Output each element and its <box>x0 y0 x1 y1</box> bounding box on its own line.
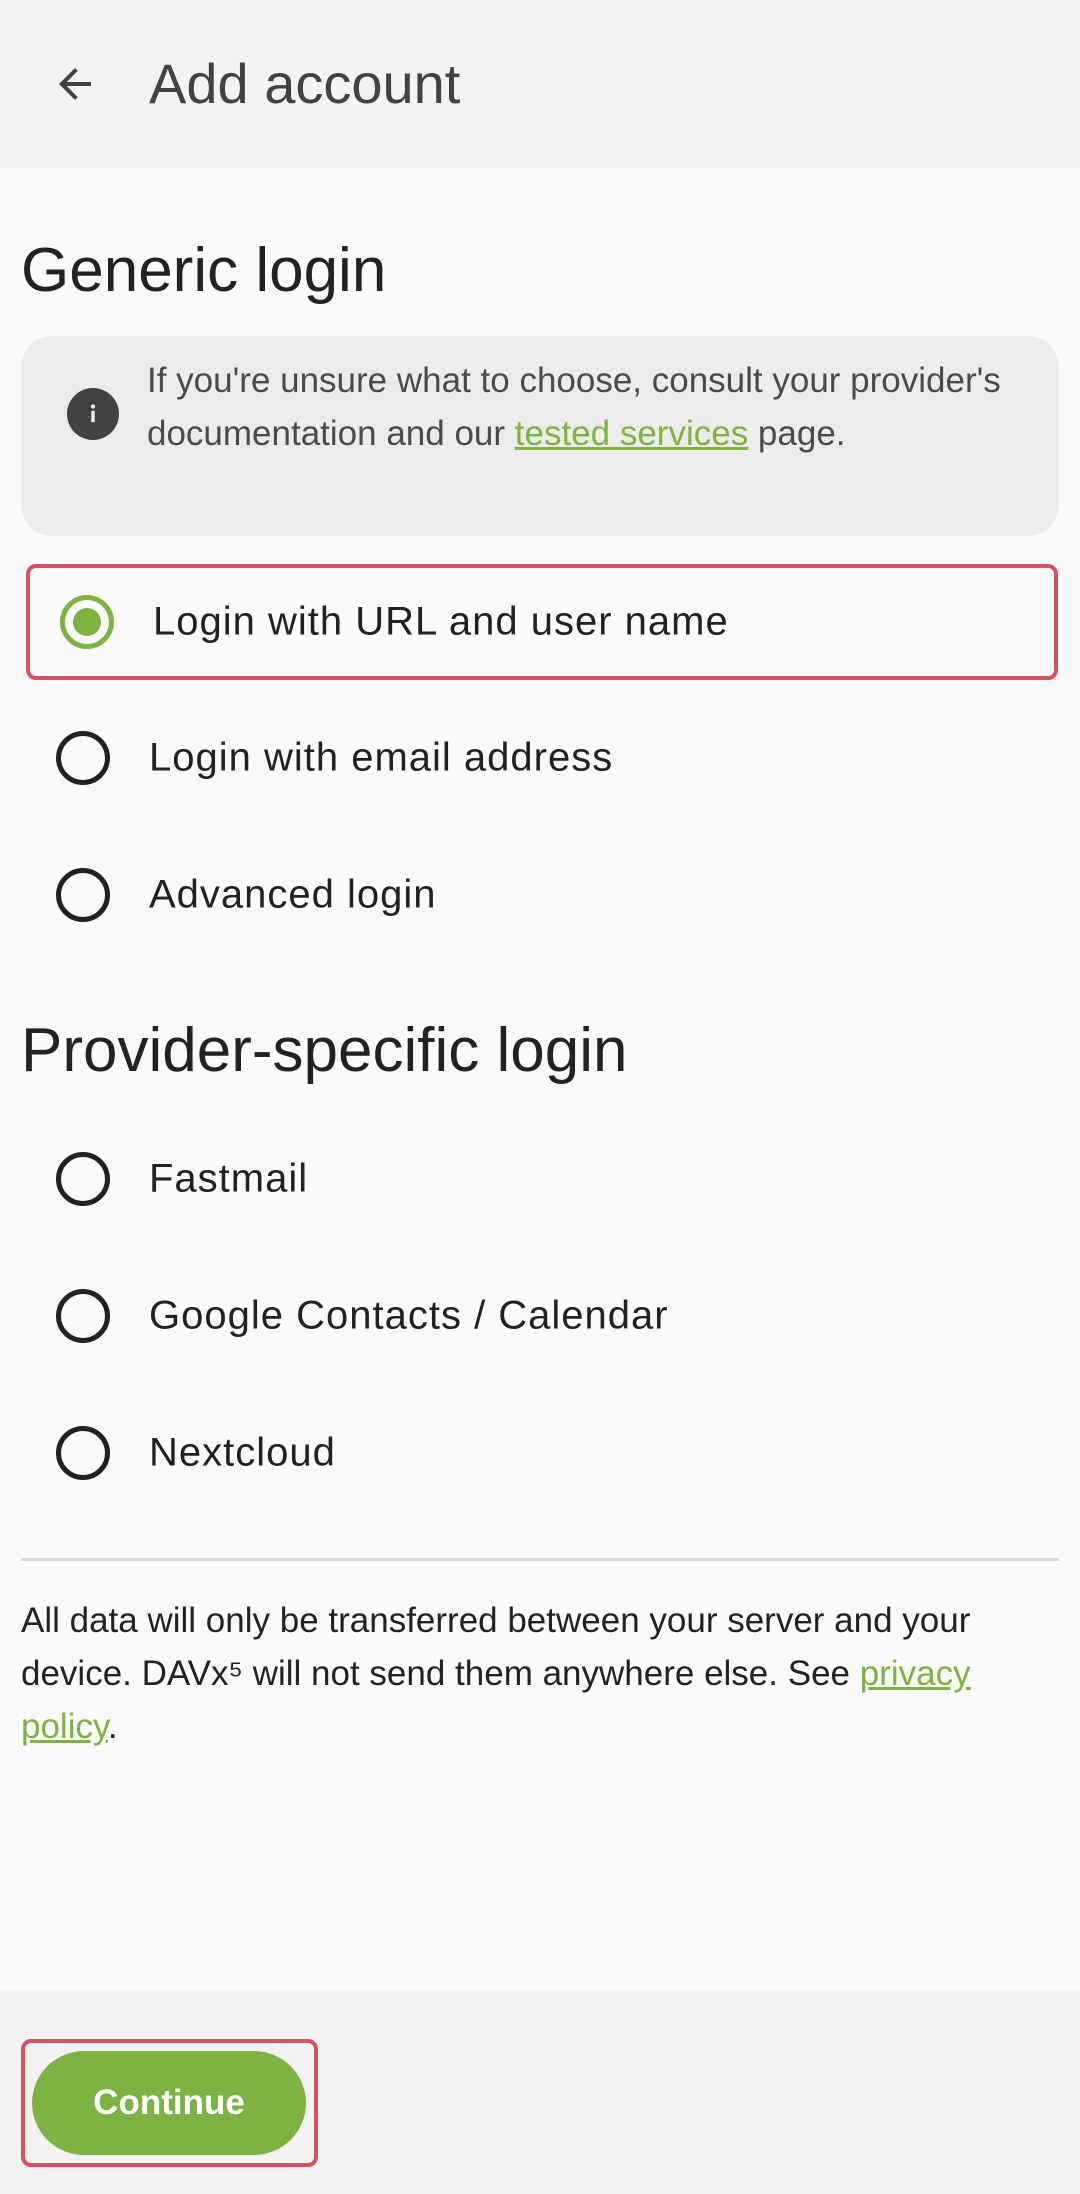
option-label: Nextcloud <box>149 1430 336 1475</box>
info-card: If you're unsure what to choose, consult… <box>21 336 1059 536</box>
info-icon <box>67 388 119 440</box>
page-title: Add account <box>149 52 461 115</box>
arrow-back-icon <box>59 68 91 100</box>
info-text: If you're unsure what to choose, consult… <box>147 361 1001 453</box>
option-label: Google Contacts / Calendar <box>149 1293 669 1338</box>
radio-button-selected[interactable] <box>60 595 114 649</box>
option-login-url-username[interactable]: Login with URL and user name <box>26 564 1058 680</box>
app-bar: Add account <box>0 0 1080 168</box>
option-label: Advanced login <box>149 872 437 917</box>
provider-login-heading: Provider-specific login <box>21 1016 628 1085</box>
tested-services-link[interactable]: tested services <box>515 414 748 453</box>
radio-button[interactable] <box>56 1152 110 1206</box>
option-nextcloud[interactable]: Nextcloud <box>26 1395 1058 1511</box>
option-fastmail[interactable]: Fastmail <box>26 1121 1058 1237</box>
option-login-email[interactable]: Login with email address <box>26 700 1058 816</box>
continue-button[interactable]: Continue <box>32 2051 306 2155</box>
option-label: Fastmail <box>149 1156 309 1201</box>
radio-button[interactable] <box>56 1289 110 1343</box>
privacy-notice: All data will only be transferred betwee… <box>21 1601 971 1746</box>
generic-login-heading: Generic login <box>21 236 387 305</box>
radio-button[interactable] <box>56 868 110 922</box>
option-google[interactable]: Google Contacts / Calendar <box>26 1258 1058 1374</box>
divider <box>21 1558 1059 1561</box>
option-label: Login with email address <box>149 735 614 780</box>
option-advanced-login[interactable]: Advanced login <box>26 837 1058 953</box>
radio-button[interactable] <box>56 1426 110 1480</box>
back-button[interactable] <box>40 44 110 124</box>
option-label: Login with URL and user name <box>153 599 729 644</box>
radio-button[interactable] <box>56 731 110 785</box>
